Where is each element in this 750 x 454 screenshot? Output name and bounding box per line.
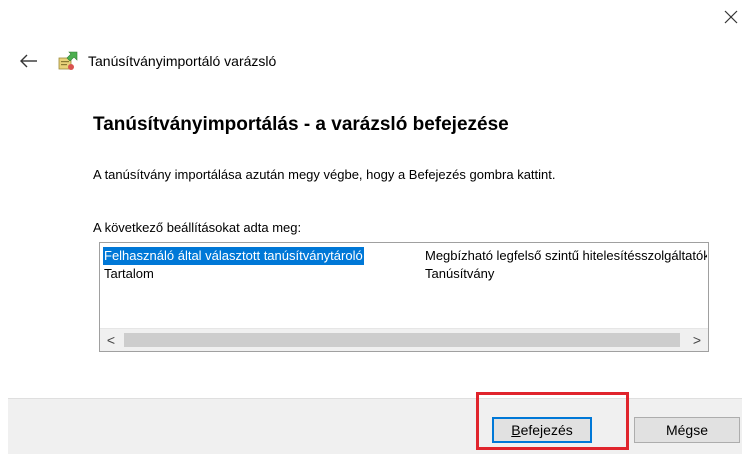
settings-listbox[interactable]: Felhasználó által választott tanúsítvány… (99, 242, 709, 352)
setting-name: Felhasználó által választott tanúsítvány… (103, 247, 364, 265)
certificate-wizard-icon (58, 51, 78, 70)
setting-value: Megbízható legfelső szintű hitelesítéssz… (425, 248, 707, 263)
back-arrow-icon (20, 54, 37, 68)
setting-name: Tartalom (104, 266, 154, 281)
finish-button-label: Befejezés (511, 422, 573, 438)
scroll-right-button[interactable]: > (686, 329, 708, 351)
certificate-import-wizard-dialog: Tanúsítványimportáló varázsló Tanúsítván… (0, 0, 750, 454)
cancel-button[interactable]: Mégse (634, 417, 740, 443)
setting-value: Tanúsítvány (425, 266, 495, 281)
scroll-thumb[interactable] (124, 333, 680, 347)
finish-access-key: B (511, 422, 521, 438)
wizard-footer: Befejezés Mégse (8, 398, 742, 454)
wizard-header: Tanúsítványimportáló varázsló (18, 46, 276, 76)
scroll-left-button[interactable]: < (100, 329, 122, 351)
page-heading: Tanúsítványimportálás - a varázsló befej… (93, 114, 509, 135)
horizontal-scrollbar[interactable]: < > (100, 328, 708, 351)
close-icon (724, 10, 738, 24)
settings-list-label: A következő beállításokat adta meg: (93, 220, 302, 235)
page-description: A tanúsítvány importálása azután megy vé… (93, 167, 556, 182)
finish-button[interactable]: Befejezés (492, 417, 592, 443)
wizard-content: Tanúsítványimportálás - a varázsló befej… (8, 92, 742, 398)
back-button[interactable] (18, 50, 40, 72)
wizard-title: Tanúsítványimportáló varázsló (88, 53, 277, 69)
close-button[interactable] (718, 4, 744, 30)
finish-label-rest: efejezés (520, 422, 573, 438)
